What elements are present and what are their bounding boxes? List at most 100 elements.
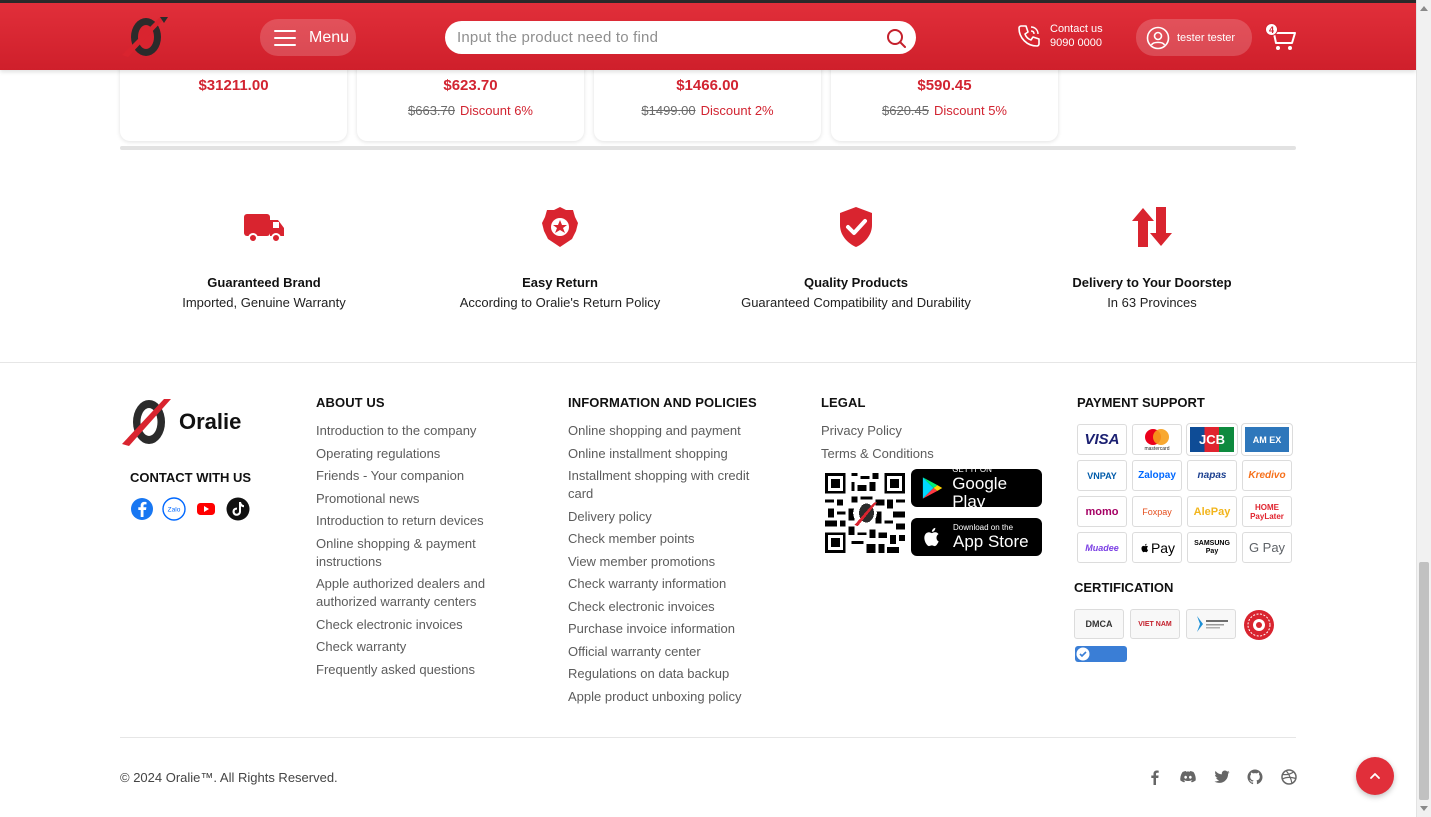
exchange-arrows-icon [1132,207,1172,247]
footer-link[interactable]: Introduction to return devices [316,512,536,530]
vnpay-logo: VNPAY [1077,460,1127,491]
contact-us-link[interactable]: Contact us 9090 0000 [1016,22,1103,50]
carousel-scrollbar[interactable] [120,146,1296,150]
twitter-icon[interactable] [1213,768,1231,786]
product-price: $623.70 [443,77,498,94]
muadee-logo: Muadee [1077,532,1127,563]
footer-link[interactable]: Privacy Policy [821,422,1041,440]
feature-subtitle: Guaranteed Compatibility and Durability [741,295,971,310]
footer-info-column: INFORMATION AND POLICIES Online shopping… [568,395,783,710]
footer-link[interactable]: Online shopping & payment instructions [316,535,496,571]
product-old-price: $620.45 [882,103,929,118]
feature-guaranteed-brand: Guaranteed Brand Imported, Genuine Warra… [116,205,412,310]
footer-link[interactable]: Introduction to the company [316,422,536,440]
legal-title: LEGAL [821,395,866,410]
footer-link[interactable]: Terms & Conditions [821,445,1041,463]
vietnam-certificate-badge[interactable]: VIET NAM [1130,609,1180,639]
napas-logo: napas [1187,460,1237,491]
hamburger-icon [274,29,296,46]
ecommerce-badge[interactable] [1186,609,1236,639]
feature-title: Easy Return [522,275,598,290]
footer-link[interactable]: Promotional news [316,490,536,508]
momo-logo: momo [1077,496,1127,527]
cart-button[interactable]: 4 [1264,23,1298,53]
footer-link[interactable]: Purchase invoice information [568,620,783,638]
seal-badge-icon[interactable] [1242,609,1276,641]
user-account-button[interactable]: tester tester [1136,19,1252,56]
youtube-icon[interactable] [194,497,218,521]
certification-badges: DMCA VIET NAM [1074,609,1276,641]
product-discount: Discount 6% [460,103,533,118]
scroll-up-arrow-icon[interactable] [1420,6,1428,11]
feature-subtitle: According to Oralie's Return Policy [459,295,661,310]
dmca-badge[interactable]: DMCA [1074,609,1124,639]
footer-link[interactable]: Delivery policy [568,508,783,526]
scroll-to-top-button[interactable] [1356,757,1394,795]
apple-pay-label: Pay [1150,539,1176,556]
feature-title: Delivery to Your Doorstep [1072,275,1232,290]
search-input[interactable] [457,29,886,46]
footer-link[interactable]: Online shopping and payment [568,422,783,440]
scrollbar-thumb[interactable] [1419,562,1429,800]
product-discount: Discount 2% [700,103,774,118]
tiktok-icon[interactable] [226,497,250,521]
check-badge-icon [1076,647,1090,661]
footer-link[interactable]: Online installment shopping [568,445,783,463]
apple-icon [924,527,939,547]
dribbble-icon[interactable] [1280,768,1298,786]
jcb-logo: JCB [1186,423,1238,456]
footer-link[interactable]: Official warranty center [568,643,783,661]
footer-link[interactable]: Apple product unboxing policy [568,688,783,706]
footer-link[interactable]: Check electronic invoices [568,598,783,616]
footer-link[interactable]: Check warranty information [568,575,783,593]
search-bar [445,21,916,54]
feature-quality-products: Quality Products Guaranteed Compatibilit… [708,205,1004,310]
menu-button[interactable]: Menu [260,19,356,56]
contact-label: Contact us [1050,23,1103,35]
feature-subtitle: Imported, Genuine Warranty [182,295,346,310]
svg-text:Zalo: Zalo [168,507,181,514]
chevron-up-icon [1370,773,1380,779]
google-pay-logo: G Pay [1242,532,1292,563]
certification-title: CERTIFICATION [1074,580,1174,595]
footer-logo[interactable]: Oralie [120,396,241,448]
footer-link[interactable]: Check member points [568,530,783,548]
footer-link[interactable]: Operating regulations [316,445,536,463]
footer-link[interactable]: View member promotions [568,553,783,571]
kredivo-logo: Kredivo [1242,460,1292,491]
feature-easy-return: Easy Return According to Oralie's Return… [412,205,708,310]
zalopay-logo: Zalopay [1132,460,1182,491]
footer-legal-column: LEGAL Privacy Policy Terms & Conditions [821,395,1041,467]
user-name: tester tester [1177,31,1236,44]
footer-link[interactable]: Check electronic invoices [316,616,536,634]
search-icon[interactable] [886,28,906,48]
product-price: $1466.00 [676,77,739,94]
social-links: Zalo [130,497,250,521]
scroll-down-arrow-icon[interactable] [1420,806,1428,811]
apple-icon [1141,543,1148,552]
footer-link[interactable]: Friends - Your companion [316,467,536,485]
contact-with-us-title: CONTACT WITH US [130,470,252,485]
footer-link[interactable]: Apple authorized dealers and authorized … [316,575,516,611]
discord-icon[interactable] [1179,768,1197,786]
facebook-icon[interactable] [130,497,154,521]
payment-methods-grid: VISA mastercard JCB AM EX VNPAY Zalopay … [1077,423,1293,563]
registered-badge[interactable] [1075,646,1127,662]
footer-about-column: ABOUT US Introduction to the company Ope… [316,395,536,683]
delivery-truck-icon [244,214,284,243]
app-store-button[interactable]: Download on the App Store [911,518,1042,556]
page-scrollbar[interactable] [1416,0,1431,817]
zalo-icon[interactable]: Zalo [162,497,186,521]
oralie-logo-icon[interactable] [120,15,170,59]
facebook-icon[interactable] [1146,768,1164,786]
github-icon[interactable] [1246,768,1264,786]
footer-link[interactable]: Check warranty [316,638,536,656]
product-old-price: $1499.00 [641,103,696,118]
footer-link[interactable]: Regulations on data backup [568,665,783,683]
footer-link[interactable]: Frequently asked questions [316,661,536,679]
amex-logo: AM EX [1241,423,1293,456]
footer-link[interactable]: Installment shopping with credit card [568,467,773,503]
alepay-logo: AlePay [1187,496,1237,527]
google-play-button[interactable]: GET IT ON Google Play [911,465,1042,511]
ministry-logo-icon [1197,616,1228,632]
